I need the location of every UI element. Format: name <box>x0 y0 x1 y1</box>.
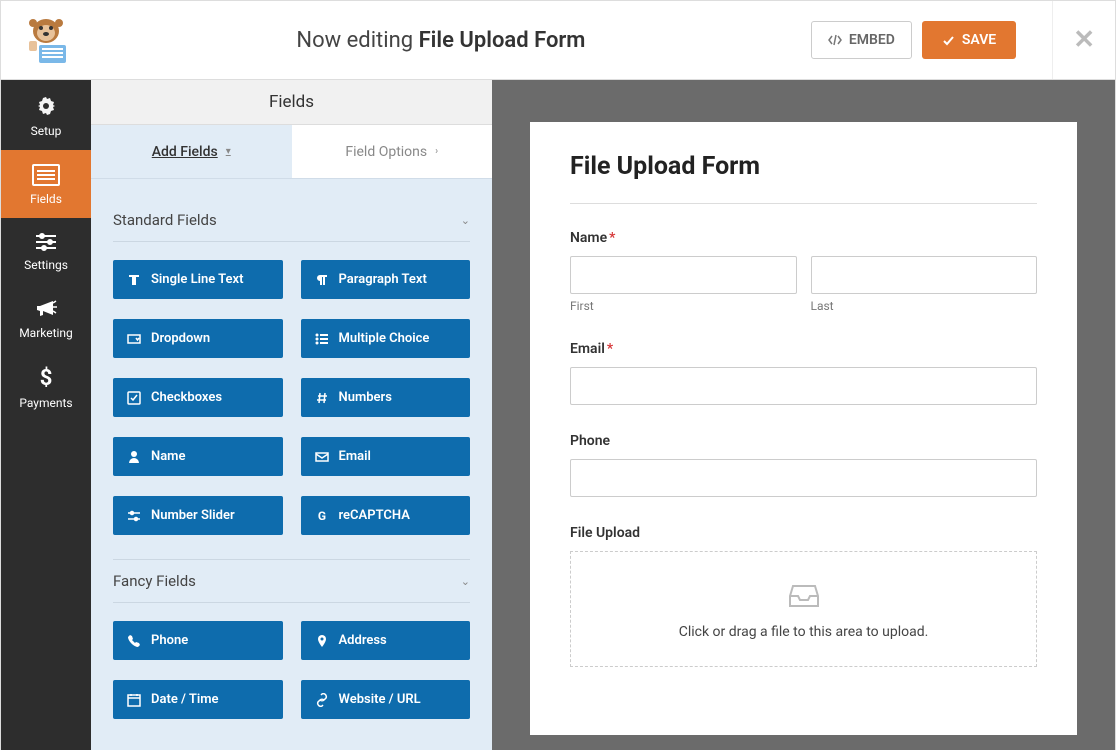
fields-panel: Fields Add Fields▾ Field Options› Standa… <box>91 80 492 750</box>
check-icon <box>127 391 141 405</box>
field-number-slider[interactable]: Number Slider <box>113 496 283 535</box>
embed-button[interactable]: EMBED <box>811 21 912 59</box>
list-icon <box>315 332 329 346</box>
app-header: Now editing File Upload Form EMBED SAVE … <box>1 1 1115 80</box>
header-title: Now editing File Upload Form <box>71 28 811 53</box>
chevron-down-icon: ⌄ <box>461 214 470 227</box>
email-input[interactable] <box>570 367 1037 405</box>
form-card: File Upload Form Name* First Last Email* <box>530 122 1077 735</box>
last-sublabel: Last <box>811 299 1038 313</box>
field-numbers[interactable]: Numbers <box>301 378 471 417</box>
chevron-down-icon: ⌄ <box>461 575 470 588</box>
field-single-line-text[interactable]: Single Line Text <box>113 260 283 299</box>
sidebar-item-marketing[interactable]: Marketing <box>1 284 91 352</box>
email-label: Email* <box>570 341 1037 357</box>
phone-input[interactable] <box>570 459 1037 497</box>
field-address[interactable]: Address <box>301 621 471 660</box>
text-icon <box>127 273 141 287</box>
file-upload-zone[interactable]: Click or drag a file to this area to upl… <box>570 551 1037 667</box>
calendar-icon <box>127 693 141 707</box>
dollar-icon: $ <box>39 366 53 390</box>
hash-icon <box>315 391 329 405</box>
sidebar-item-setup[interactable]: Setup <box>1 80 91 150</box>
app-logo <box>21 15 71 65</box>
field-multiple-choice[interactable]: Multiple Choice <box>301 319 471 358</box>
first-name-input[interactable] <box>570 256 797 294</box>
group-fancy-fields[interactable]: Fancy Fields⌄ <box>113 559 470 602</box>
svg-text:G: G <box>317 509 325 523</box>
slider-icon <box>127 509 141 523</box>
link-icon <box>315 693 329 707</box>
chevron-down-icon: ▾ <box>226 146 231 157</box>
upload-text: Click or drag a file to this area to upl… <box>591 624 1016 640</box>
pin-icon <box>315 634 329 648</box>
phone-label: Phone <box>570 433 1037 449</box>
field-website-url[interactable]: Website / URL <box>301 680 471 719</box>
sidebar-item-fields[interactable]: Fields <box>1 150 91 218</box>
field-name[interactable]: Name <box>113 437 283 476</box>
last-name-input[interactable] <box>811 256 1038 294</box>
sidebar-item-settings[interactable]: Settings <box>1 218 91 284</box>
sidebar: Setup Fields Settings Marketing $ Paymen… <box>1 80 91 750</box>
form-preview: File Upload Form Name* First Last Email* <box>492 80 1115 750</box>
svg-text:$: $ <box>40 366 53 390</box>
form-title: File Upload Form <box>570 152 1037 181</box>
sliders-icon <box>34 232 58 252</box>
field-date-time[interactable]: Date / Time <box>113 680 283 719</box>
chevron-right-icon: › <box>435 146 438 157</box>
paragraph-icon <box>315 273 329 287</box>
sidebar-item-payments[interactable]: $ Payments <box>1 352 91 422</box>
phone-icon <box>127 634 141 648</box>
first-sublabel: First <box>570 299 797 313</box>
field-email[interactable]: Email <box>301 437 471 476</box>
form-icon <box>32 164 60 186</box>
file-upload-label: File Upload <box>570 525 1037 541</box>
tab-add-fields[interactable]: Add Fields▾ <box>91 125 292 178</box>
field-checkboxes[interactable]: Checkboxes <box>113 378 283 417</box>
name-label: Name* <box>570 230 1037 246</box>
tab-field-options[interactable]: Field Options› <box>292 125 493 178</box>
dropdown-icon <box>127 332 141 346</box>
field-recaptcha[interactable]: GreCAPTCHA <box>301 496 471 535</box>
field-phone[interactable]: Phone <box>113 621 283 660</box>
gear-icon <box>34 94 58 118</box>
google-icon: G <box>315 509 329 523</box>
envelope-icon <box>315 450 329 464</box>
check-icon <box>942 34 955 47</box>
field-paragraph-text[interactable]: Paragraph Text <box>301 260 471 299</box>
bullhorn-icon <box>34 298 58 320</box>
inbox-icon <box>787 582 821 610</box>
panel-title: Fields <box>91 80 492 125</box>
group-standard-fields[interactable]: Standard Fields⌄ <box>113 199 470 241</box>
close-button[interactable]: ✕ <box>1053 25 1115 55</box>
save-button[interactable]: SAVE <box>922 21 1016 59</box>
code-icon <box>828 33 842 47</box>
user-icon <box>127 450 141 464</box>
field-dropdown[interactable]: Dropdown <box>113 319 283 358</box>
